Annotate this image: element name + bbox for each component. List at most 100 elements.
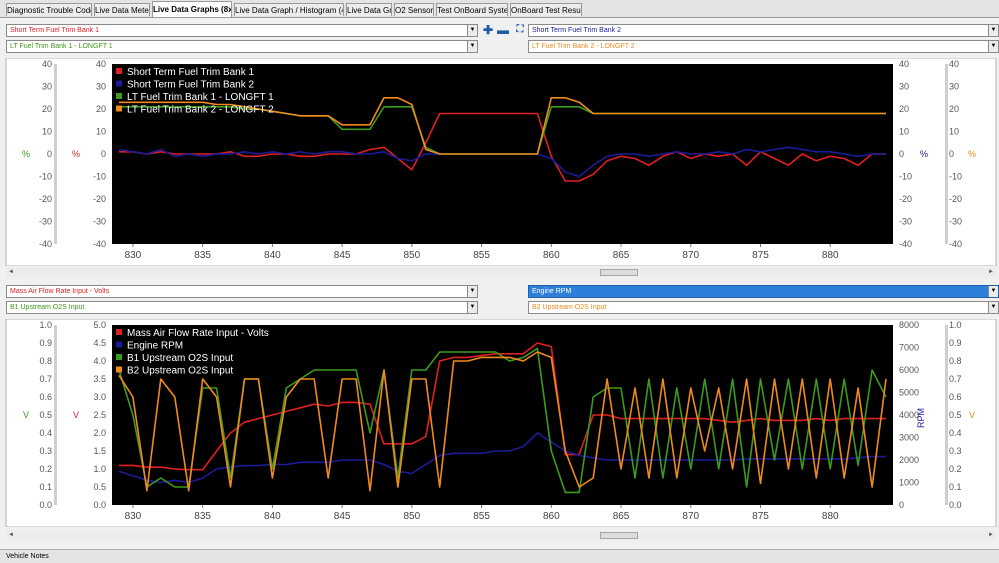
panel2-selector-3[interactable]: Engine RPM ▼: [528, 285, 999, 298]
x-tick-label: 855: [473, 250, 490, 261]
axis-tick-label: 1.5: [93, 446, 106, 456]
axis-tick-label: 20: [949, 104, 959, 114]
tab-6[interactable]: O2 Sensors: [394, 3, 434, 16]
axis-tick-label: 3000: [899, 433, 919, 443]
axis-tick-label: 0.0: [949, 500, 962, 510]
panel1-selector-2[interactable]: LT Fuel Trim Bank 1 - LONGFT 1 ▼: [6, 40, 478, 53]
axis-tick-label: 0.4: [949, 428, 962, 438]
axis-tick-label: 0.5: [949, 410, 962, 420]
axis-label: %: [22, 149, 30, 159]
axis-tick-label: 10: [96, 127, 106, 137]
panel1-selector-2-value: LT Fuel Trim Bank 1 - LONGFT 1: [10, 43, 113, 50]
axis-tick-label: -20: [93, 194, 106, 204]
x-tick-label: 850: [404, 511, 421, 522]
plus-icon[interactable]: ✚: [482, 24, 494, 36]
axis-tick-label: 1.0: [39, 320, 52, 330]
axis-tick-label: 0.2: [949, 464, 962, 474]
panel1-selector-1[interactable]: Short Term Fuel Trim Bank 1 ▼: [6, 24, 478, 37]
chevron-down-icon[interactable]: ▼: [467, 25, 477, 36]
tab-3[interactable]: Live Data Graphs (8x): [152, 1, 232, 17]
x-tick-label: 835: [194, 250, 211, 261]
chart-panel-1: 40 30 20 10 0 -10 -20 -30 -40% 40 30 20 10 0 -10 -20 -30…: [0, 58, 999, 266]
axis-tick-label: 0.3: [39, 446, 52, 456]
x-tick-label: 860: [543, 250, 560, 261]
legend-swatch: [116, 105, 122, 112]
axis-tick-label: 0: [899, 500, 904, 510]
axis-tick-label: -20: [39, 194, 52, 204]
axis-tick-label: -10: [93, 172, 106, 182]
legend-swatch: [116, 329, 122, 335]
tab-8[interactable]: OnBoard Test Results: [510, 3, 582, 16]
tab-7[interactable]: Test OnBoard System: [436, 3, 508, 16]
axis-tick-label: 0.0: [39, 500, 52, 510]
panel1-selector-4[interactable]: LT Fuel Trim Bank 2 - LONGFT 2 ▼: [528, 40, 999, 53]
chevron-down-icon[interactable]: ▼: [988, 25, 998, 36]
x-tick-label: 835: [194, 511, 211, 522]
scroll-right-icon[interactable]: ►: [988, 268, 994, 277]
vehicle-notes-label[interactable]: Vehicle Notes: [6, 551, 49, 562]
panel2-selector-1[interactable]: Mass Air Flow Rate Input - Volts ▼: [6, 285, 478, 298]
chart1-scrollbar[interactable]: ◄ ►: [6, 268, 996, 277]
panel1-selector-3[interactable]: Short Term Fuel Trim Bank 2 ▼: [528, 24, 999, 37]
panel2-selector-4[interactable]: B2 Upstream O2S Input ▼: [528, 301, 999, 314]
axis-tick-label: 0: [899, 149, 904, 159]
axis-tick-label: -20: [949, 194, 962, 204]
chevron-down-icon[interactable]: ▼: [988, 41, 998, 52]
scroll-left-icon[interactable]: ◄: [8, 531, 14, 540]
minus-icon[interactable]: ▬: [497, 24, 509, 36]
axis-tick-label: 0.6: [949, 392, 962, 402]
axis-tick-label: 0.0: [93, 500, 106, 510]
axis-tick-label: 0: [949, 149, 954, 159]
axis-tick-label: 10: [899, 127, 909, 137]
legend-label: Short Term Fuel Trim Bank 1: [127, 67, 255, 78]
legend-swatch: [116, 366, 122, 373]
chart1-scroll-thumb[interactable]: [600, 269, 638, 276]
x-tick-label: 830: [125, 250, 142, 261]
scroll-right-icon[interactable]: ►: [988, 531, 994, 540]
axis-tick-label: 8000: [899, 320, 919, 330]
axis-tick-label: 0: [101, 149, 106, 159]
axis-strip-left: [54, 64, 57, 244]
axis-tick-label: 7000: [899, 343, 919, 353]
tab-1[interactable]: Diagnostic Trouble Codes: [6, 3, 92, 16]
axis-tick-label: 0: [47, 149, 52, 159]
axis-label: %: [968, 149, 976, 159]
panel2-selector-3-value: Engine RPM: [532, 288, 572, 295]
axis-tick-label: -20: [899, 194, 912, 204]
axis-tick-label: 0.7: [949, 374, 962, 384]
chevron-down-icon[interactable]: ▼: [988, 286, 998, 297]
axis-tick-label: -10: [949, 172, 962, 182]
axis-tick-label: 40: [949, 59, 959, 69]
axis-tick-label: 10: [949, 127, 959, 137]
x-tick-label: 830: [125, 511, 142, 522]
legend-label: B2 Upstream O2S Input: [127, 366, 233, 377]
fit-icon[interactable]: ⛶: [514, 24, 526, 36]
axis-tick-label: 30: [899, 82, 909, 92]
chart2-scroll-thumb[interactable]: [600, 532, 638, 539]
chart2-scrollbar[interactable]: ◄ ►: [6, 531, 996, 540]
axis-tick-label: 1.0: [93, 464, 106, 474]
axis-tick-label: 0.7: [39, 374, 52, 384]
chevron-down-icon[interactable]: ▼: [467, 286, 477, 297]
axis-tick-label: 20: [96, 104, 106, 114]
status-bar: Vehicle Notes: [0, 549, 999, 563]
axis-tick-label: 40: [899, 59, 909, 69]
chevron-down-icon[interactable]: ▼: [467, 41, 477, 52]
tab-4[interactable]: Live Data Graph / Histogram (4x): [234, 3, 344, 16]
tab-2[interactable]: Live Data Meter: [94, 3, 150, 16]
axis-tick-label: 0.5: [93, 482, 106, 492]
axis-tick-label: 5.0: [93, 320, 106, 330]
chevron-down-icon[interactable]: ▼: [467, 302, 477, 313]
axis-tick-label: -30: [899, 217, 912, 227]
axis-tick-label: 30: [42, 82, 52, 92]
tab-5[interactable]: Live Data Grid: [346, 3, 392, 16]
scroll-left-icon[interactable]: ◄: [8, 268, 14, 277]
axis-tick-label: 10: [42, 127, 52, 137]
x-tick-label: 880: [822, 511, 839, 522]
axis-label: %: [920, 149, 928, 159]
axis-tick-label: 40: [42, 59, 52, 69]
panel2-selector-2[interactable]: B1 Upstream O2S Input ▼: [6, 301, 478, 314]
legend-swatch: [116, 68, 122, 74]
axis-tick-label: 20: [42, 104, 52, 114]
chevron-down-icon[interactable]: ▼: [988, 302, 998, 313]
